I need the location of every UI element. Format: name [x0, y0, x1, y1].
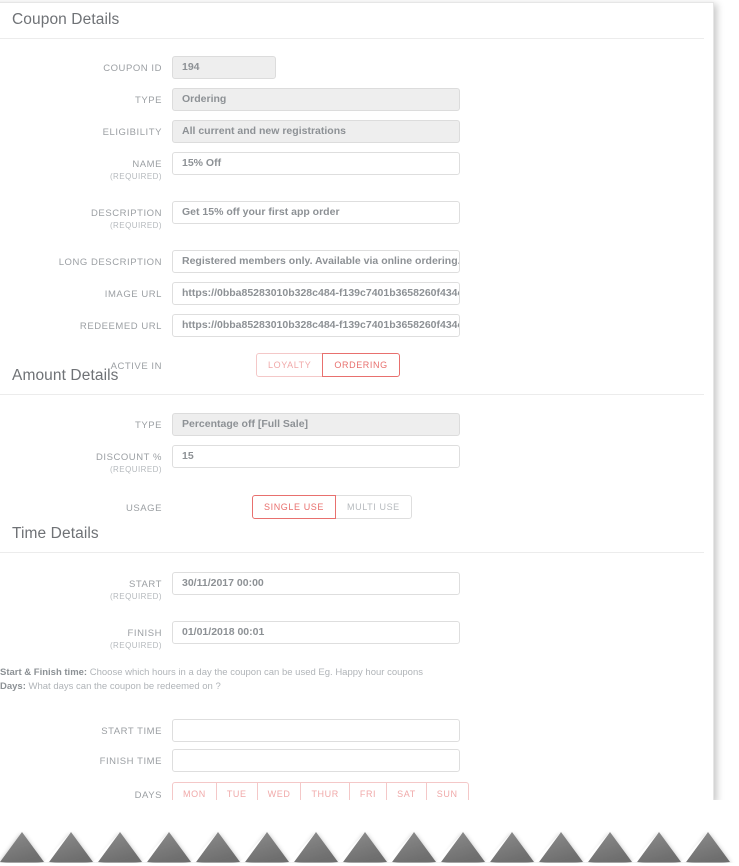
label-required: (REQUIRED)	[109, 172, 162, 181]
section-coupon-details: Coupon Details COUPON ID 194 TYPE Orderi…	[0, 11, 713, 386]
field-type[interactable]: Ordering	[172, 88, 460, 111]
toggle-usage-single-use[interactable]: SINGLE USE	[252, 495, 337, 519]
field-description[interactable]: Get 15% off your first app order	[172, 201, 460, 224]
toggle-active-in-ordering[interactable]: ORDERING	[322, 353, 400, 377]
form-row-usage: USAGE SINGLE USE MULTI USE	[0, 494, 713, 519]
page-root: Coupon Details COUPON ID 194 TYPE Orderi…	[0, 0, 739, 866]
field-amount-type[interactable]: Percentage off [Full Sale]	[172, 413, 460, 436]
coupon-card: Coupon Details COUPON ID 194 TYPE Orderi…	[0, 2, 714, 802]
label-start-time: START TIME	[0, 719, 172, 737]
section-amount-details: Amount Details TYPE Percentage off [Full…	[0, 367, 713, 528]
label-redeemed-url: REDEEMED URL	[0, 314, 172, 332]
label-text: FINISH	[127, 628, 162, 639]
section-title-coupon-details: Coupon Details	[0, 11, 704, 39]
field-start-time[interactable]	[172, 719, 460, 742]
label-required: (REQUIRED)	[109, 221, 162, 230]
toggle-day-tue[interactable]: TUE	[215, 782, 258, 801]
field-coupon-id[interactable]: 194	[172, 56, 276, 79]
label-text: START TIME	[101, 726, 162, 737]
field-redeemed-url[interactable]: https://0bba85283010b328c484-f139c7401b3…	[172, 314, 460, 337]
form-row-finish: FINISH (REQUIRED) 01/01/2018 00:01	[0, 621, 713, 652]
label-amount-type: TYPE	[0, 413, 172, 431]
label-required: (REQUIRED)	[109, 465, 162, 474]
field-eligibility[interactable]: All current and new registrations	[172, 120, 460, 143]
label-finish: FINISH (REQUIRED)	[0, 621, 172, 652]
label-text: COUPON ID	[103, 63, 162, 74]
form-row-start-time: START TIME	[0, 719, 713, 742]
label-text: START	[128, 579, 162, 590]
toggle-day-wed[interactable]: WED	[256, 782, 302, 801]
help-line-1-text: Choose which hours in a day the coupon c…	[87, 667, 423, 678]
label-text: DISCOUNT %	[95, 452, 162, 463]
toggle-day-thur[interactable]: THUR	[300, 782, 350, 801]
label-description: DESCRIPTION (REQUIRED)	[0, 201, 172, 232]
form-row-image-url: IMAGE URL https://0bba85283010b328c484-f…	[0, 282, 713, 305]
label-text: FINISH TIME	[99, 756, 162, 767]
field-finish-time[interactable]	[172, 749, 460, 772]
label-text: TYPE	[134, 95, 162, 106]
form-row-long-description: LONG DESCRIPTION Registered members only…	[0, 250, 713, 273]
field-image-url[interactable]: https://0bba85283010b328c484-f139c7401b3…	[172, 282, 460, 305]
help-line-2-label: Days:	[0, 681, 26, 692]
form-row-discount: DISCOUNT % (REQUIRED) 15	[0, 445, 713, 476]
help-line-2: Days: What days can the coupon be redeem…	[0, 680, 713, 694]
form-row-coupon-id: COUPON ID 194	[0, 56, 713, 79]
label-eligibility: ELIGIBILITY	[0, 120, 172, 138]
toggle-group-usage: SINGLE USE MULTI USE	[172, 494, 412, 519]
form-row-finish-time: FINISH TIME	[0, 749, 713, 772]
help-line-1: Start & Finish time: Choose which hours …	[0, 666, 713, 680]
field-discount[interactable]: 15	[172, 445, 460, 468]
label-text: IMAGE URL	[104, 289, 162, 300]
label-name: NAME (REQUIRED)	[0, 152, 172, 183]
toggle-day-fri[interactable]: FRI	[348, 782, 388, 801]
toggle-usage-multi-use[interactable]: MULTI USE	[335, 495, 412, 519]
form-row-amount-type: TYPE Percentage off [Full Sale]	[0, 413, 713, 436]
form-row-type: TYPE Ordering	[0, 88, 713, 111]
form-row-name: NAME (REQUIRED) 15% Off	[0, 152, 713, 183]
label-start: START (REQUIRED)	[0, 572, 172, 603]
toggle-group-days: MON TUE WED THUR FRI SAT SUN	[172, 781, 469, 801]
label-finish-time: FINISH TIME	[0, 749, 172, 767]
field-start[interactable]: 30/11/2017 00:00	[172, 572, 460, 595]
section-time-details: Time Details START (REQUIRED) 30/11/2017…	[0, 525, 713, 801]
label-required: (REQUIRED)	[109, 641, 162, 650]
label-text: USAGE	[125, 503, 162, 514]
form-row-days: DAYS MON TUE WED THUR FRI SAT SUN	[0, 781, 713, 801]
form-row-description: DESCRIPTION (REQUIRED) Get 15% off your …	[0, 201, 713, 232]
help-line-1-label: Start & Finish time:	[0, 667, 88, 678]
label-text: TYPE	[134, 420, 162, 431]
label-text: LONG DESCRIPTION	[58, 257, 162, 268]
torn-edge-svg	[0, 800, 739, 866]
torn-edge-decoration	[0, 800, 739, 866]
field-finish[interactable]: 01/01/2018 00:01	[172, 621, 460, 644]
label-text: REDEEMED URL	[79, 321, 162, 332]
label-long-description: LONG DESCRIPTION	[0, 250, 172, 268]
section-title-time-details: Time Details	[0, 525, 704, 553]
label-image-url: IMAGE URL	[0, 282, 172, 300]
form-row-eligibility: ELIGIBILITY All current and new registra…	[0, 120, 713, 143]
label-usage: USAGE	[0, 494, 172, 514]
toggle-day-sun[interactable]: SUN	[425, 782, 469, 801]
time-help-text: Start & Finish time: Choose which hours …	[0, 666, 713, 694]
help-line-2-text: What days can the coupon be redeemed on …	[25, 681, 221, 692]
form-row-redeemed-url: REDEEMED URL https://0bba85283010b328c48…	[0, 314, 713, 337]
label-coupon-id: COUPON ID	[0, 56, 172, 74]
field-name[interactable]: 15% Off	[172, 152, 460, 175]
label-text: NAME	[132, 159, 162, 170]
field-long-description[interactable]: Registered members only. Available via o…	[172, 250, 460, 273]
label-discount: DISCOUNT % (REQUIRED)	[0, 445, 172, 476]
label-required: (REQUIRED)	[109, 592, 162, 601]
toggle-day-sat[interactable]: SAT	[386, 782, 427, 801]
label-type: TYPE	[0, 88, 172, 106]
label-text: ELIGIBILITY	[102, 127, 162, 138]
label-days: DAYS	[0, 781, 172, 801]
label-text: DESCRIPTION	[91, 208, 162, 219]
form-row-start: START (REQUIRED) 30/11/2017 00:00	[0, 572, 713, 603]
toggle-day-mon[interactable]: MON	[172, 782, 217, 801]
